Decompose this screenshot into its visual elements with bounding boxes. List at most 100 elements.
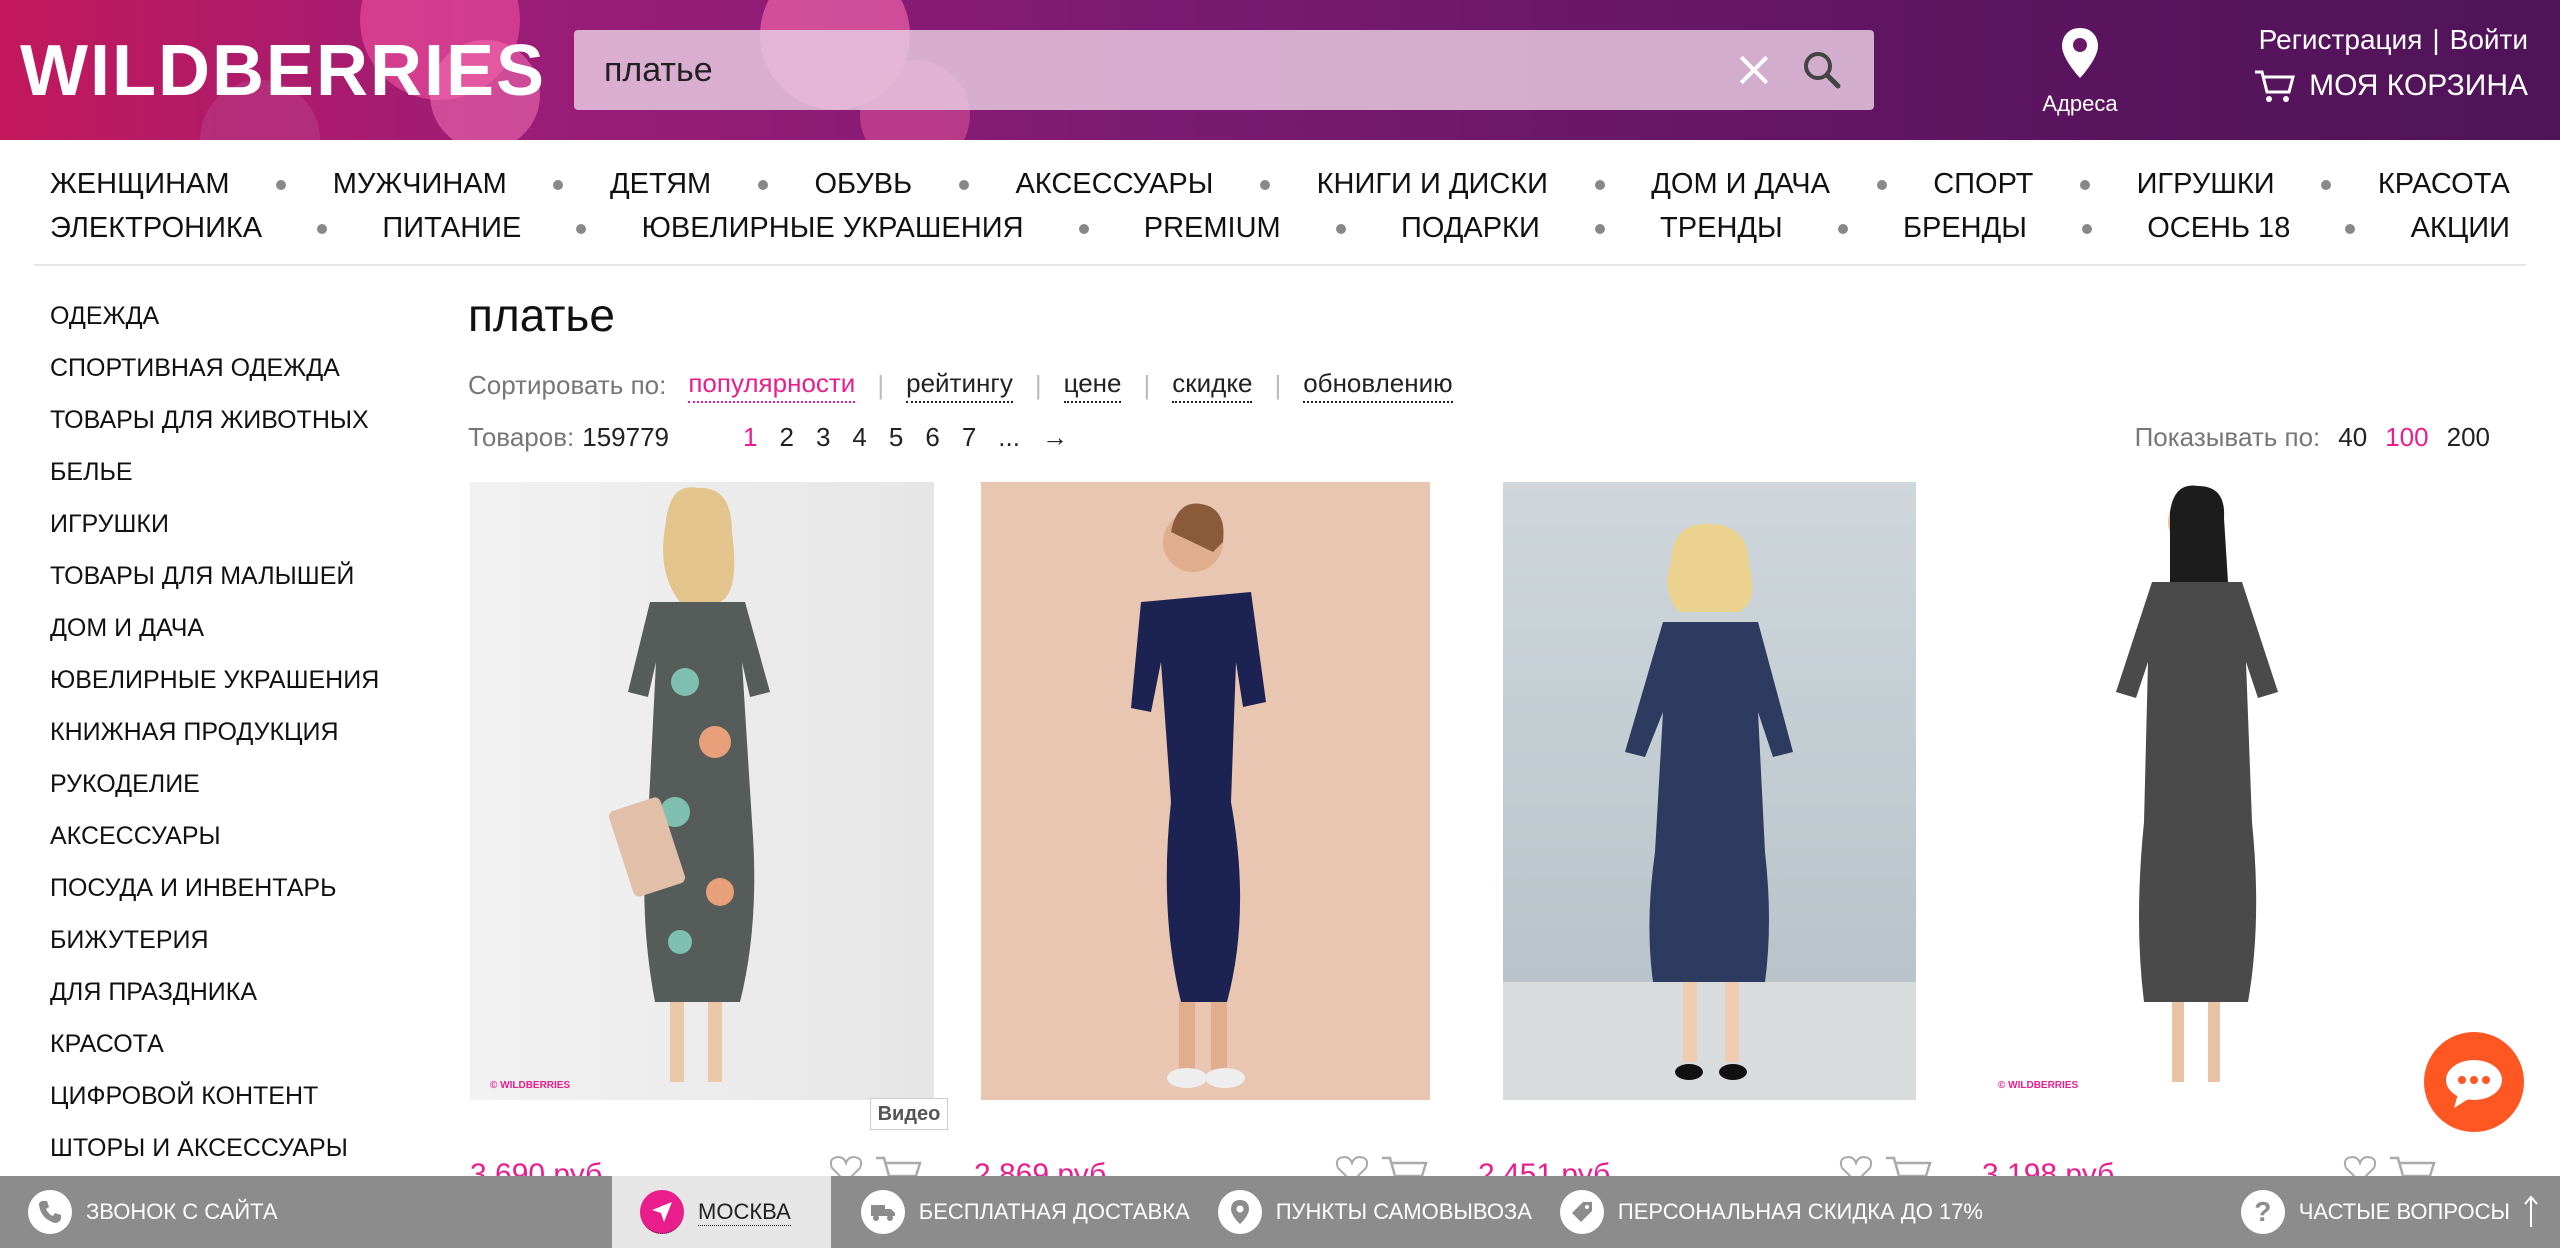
- product-image[interactable]: [1503, 482, 1916, 1100]
- nav-item[interactable]: ОСЕНЬ 18: [2147, 212, 2290, 245]
- clear-icon[interactable]: [1734, 50, 1774, 90]
- page-ellipsis[interactable]: ...: [998, 422, 1020, 453]
- search-icon[interactable]: [1794, 42, 1850, 98]
- page-link[interactable]: 6: [925, 422, 939, 453]
- sidebar-item[interactable]: ЦИФРОВОЙ КОНТЕНТ: [50, 1080, 430, 1132]
- sort-discount[interactable]: скидке: [1172, 368, 1253, 403]
- navigation-arrow-icon: [640, 1190, 684, 1234]
- nav-dot: [2082, 223, 2093, 234]
- scroll-up-arrow-icon[interactable]: [2524, 1195, 2538, 1229]
- category-nav-row-1: ЖЕНЩИНАМ МУЖЧИНАМ ДЕТЯМ ОБУВЬ АКСЕССУАРЫ…: [50, 168, 2510, 201]
- pickup-points-label: ПУНКТЫ САМОВЫВОЗА: [1275, 1199, 1532, 1224]
- auth-links: Регистрация | Войти: [2259, 24, 2528, 56]
- nav-item[interactable]: МУЖЧИНАМ: [333, 168, 507, 201]
- nav-dot: [1594, 179, 1605, 190]
- sidebar-item[interactable]: РУКОДЕЛИЕ: [50, 768, 430, 820]
- callback-label: ЗВОНОК С САЙТА: [86, 1199, 278, 1224]
- free-delivery-link[interactable]: БЕСПЛАТНАЯ ДОСТАВКА: [831, 1176, 1190, 1248]
- chat-button[interactable]: [2424, 1032, 2524, 1132]
- nav-item[interactable]: АКЦИИ: [2411, 212, 2510, 245]
- page-link[interactable]: 4: [852, 422, 866, 453]
- per-page-option[interactable]: 200: [2447, 422, 2490, 453]
- cart-label: МОЯ КОРЗИНА: [2309, 69, 2528, 102]
- per-page-selector: Показывать по: 40 100 200: [2135, 422, 2490, 453]
- register-link[interactable]: Регистрация: [2259, 24, 2423, 55]
- personal-discount-link[interactable]: ПЕРСОНАЛЬНАЯ СКИДКА ДО 17%: [1532, 1176, 1983, 1248]
- sort-popularity[interactable]: популярности: [688, 368, 856, 403]
- sidebar-item[interactable]: КРАСОТА: [50, 1028, 430, 1080]
- nav-dot: [2079, 179, 2090, 190]
- dress-illustration: [2116, 485, 2278, 1082]
- pagination: 1 2 3 4 5 6 7 ... →: [743, 422, 1068, 453]
- nav-item[interactable]: ЮВЕЛИРНЫЕ УКРАШЕНИЯ: [642, 212, 1024, 245]
- nav-item[interactable]: ПОДАРКИ: [1401, 212, 1540, 245]
- per-page-option[interactable]: 40: [2338, 422, 2367, 453]
- product-count: Товаров: 159779 1 2 3 4 5 6 7 ... →: [468, 422, 1068, 453]
- sort-rating[interactable]: рейтингу: [906, 368, 1013, 403]
- sidebar-item[interactable]: ТОВАРЫ ДЛЯ ЖИВОТНЫХ: [50, 404, 430, 456]
- sidebar-item[interactable]: БЕЛЬЕ: [50, 456, 430, 508]
- sidebar-item[interactable]: СПОРТИВНАЯ ОДЕЖДА: [50, 352, 430, 404]
- callback-link[interactable]: ЗВОНОК С САЙТА: [0, 1176, 612, 1248]
- nav-item[interactable]: СПОРТ: [1933, 168, 2033, 201]
- nav-item[interactable]: ОБУВЬ: [814, 168, 912, 201]
- page-link[interactable]: 1: [743, 422, 757, 453]
- page-title: платье: [468, 289, 615, 341]
- nav-item[interactable]: ТРЕНДЫ: [1660, 212, 1783, 245]
- faq-link[interactable]: ? ЧАСТЫЕ ВОПРОСЫ: [2240, 1176, 2560, 1248]
- sidebar-item[interactable]: КНИЖНАЯ ПРОДУКЦИЯ: [50, 716, 430, 768]
- per-page-label: Показывать по:: [2134, 422, 2321, 452]
- page-link[interactable]: 7: [962, 422, 976, 453]
- product-image[interactable]: [981, 482, 1430, 1100]
- nav-item[interactable]: ДОМ И ДАЧА: [1651, 168, 1830, 201]
- per-page-option[interactable]: 100: [2385, 422, 2428, 453]
- sidebar-item[interactable]: БИЖУТЕРИЯ: [50, 924, 430, 976]
- video-badge[interactable]: Видео: [870, 1098, 948, 1130]
- nav-item[interactable]: БРЕНДЫ: [1903, 212, 2027, 245]
- city-selector[interactable]: МОСКВА: [612, 1176, 831, 1248]
- nav-item[interactable]: КНИГИ И ДИСКИ: [1317, 168, 1548, 201]
- watermark: © WILDBERRIES: [1998, 1080, 2079, 1091]
- page-link[interactable]: 2: [779, 422, 793, 453]
- page-link[interactable]: 3: [816, 422, 830, 453]
- sidebar-item[interactable]: ДОМ И ДАЧА: [50, 612, 430, 664]
- sidebar-item[interactable]: ЮВЕЛИРНЫЕ УКРАШЕНИЯ: [50, 664, 430, 716]
- bottom-bar: ЗВОНОК С САЙТА МОСКВА БЕСПЛАТНАЯ ДОСТАВК…: [0, 1176, 2560, 1248]
- product-image[interactable]: © WILDBERRIES: [470, 482, 934, 1100]
- sort-update[interactable]: обновлению: [1303, 368, 1453, 403]
- nav-item[interactable]: КРАСОТА: [2378, 168, 2510, 201]
- page-link[interactable]: 5: [889, 422, 903, 453]
- nav-dot: [757, 179, 768, 190]
- sidebar-item[interactable]: ПОСУДА И ИНВЕНТАРЬ: [50, 872, 430, 924]
- nav-dot: [276, 179, 287, 190]
- addresses-link[interactable]: Адреса: [2030, 26, 2130, 117]
- nav-item[interactable]: ЭЛЕКТРОНИКА: [50, 212, 262, 245]
- city-label: МОСКВА: [698, 1198, 791, 1226]
- next-page-arrow[interactable]: →: [1042, 422, 1068, 453]
- nav-item[interactable]: ПИТАНИЕ: [382, 212, 521, 245]
- pickup-points-link[interactable]: ПУНКТЫ САМОВЫВОЗА: [1190, 1176, 1532, 1248]
- nav-item[interactable]: ИГРУШКИ: [2137, 168, 2275, 201]
- nav-item[interactable]: ЖЕНЩИНАМ: [50, 168, 230, 201]
- sidebar-item[interactable]: АКСЕССУАРЫ: [50, 820, 430, 872]
- sidebar-item[interactable]: ОДЕЖДА: [50, 300, 430, 352]
- sidebar-item[interactable]: ДЛЯ ПРАЗДНИКА: [50, 976, 430, 1028]
- nav-item[interactable]: PREMIUM: [1144, 212, 1281, 245]
- product-image[interactable]: © WILDBERRIES: [1986, 482, 2386, 1100]
- sidebar-item[interactable]: ТОВАРЫ ДЛЯ МАЛЫШЕЙ: [50, 560, 430, 612]
- cart-icon: [2255, 70, 2296, 102]
- sort-price[interactable]: цене: [1063, 368, 1122, 403]
- nav-item[interactable]: ДЕТЯМ: [610, 168, 711, 201]
- dress-illustration: [608, 487, 770, 1082]
- wildberries-logo[interactable]: WILDBERRIES: [20, 30, 546, 112]
- search-bar[interactable]: платье: [574, 30, 1874, 110]
- login-link[interactable]: Войти: [2450, 24, 2528, 55]
- nav-dot: [2345, 223, 2356, 234]
- cart-link[interactable]: МОЯ КОРЗИНА: [2253, 68, 2528, 104]
- sidebar-item[interactable]: ИГРУШКИ: [50, 508, 430, 560]
- nav-item[interactable]: АКСЕССУАРЫ: [1015, 168, 1213, 201]
- addresses-label: Адреса: [2042, 91, 2118, 116]
- question-icon: ?: [2240, 1190, 2285, 1234]
- nav-dot: [1837, 223, 1848, 234]
- search-input[interactable]: платье: [604, 51, 1734, 90]
